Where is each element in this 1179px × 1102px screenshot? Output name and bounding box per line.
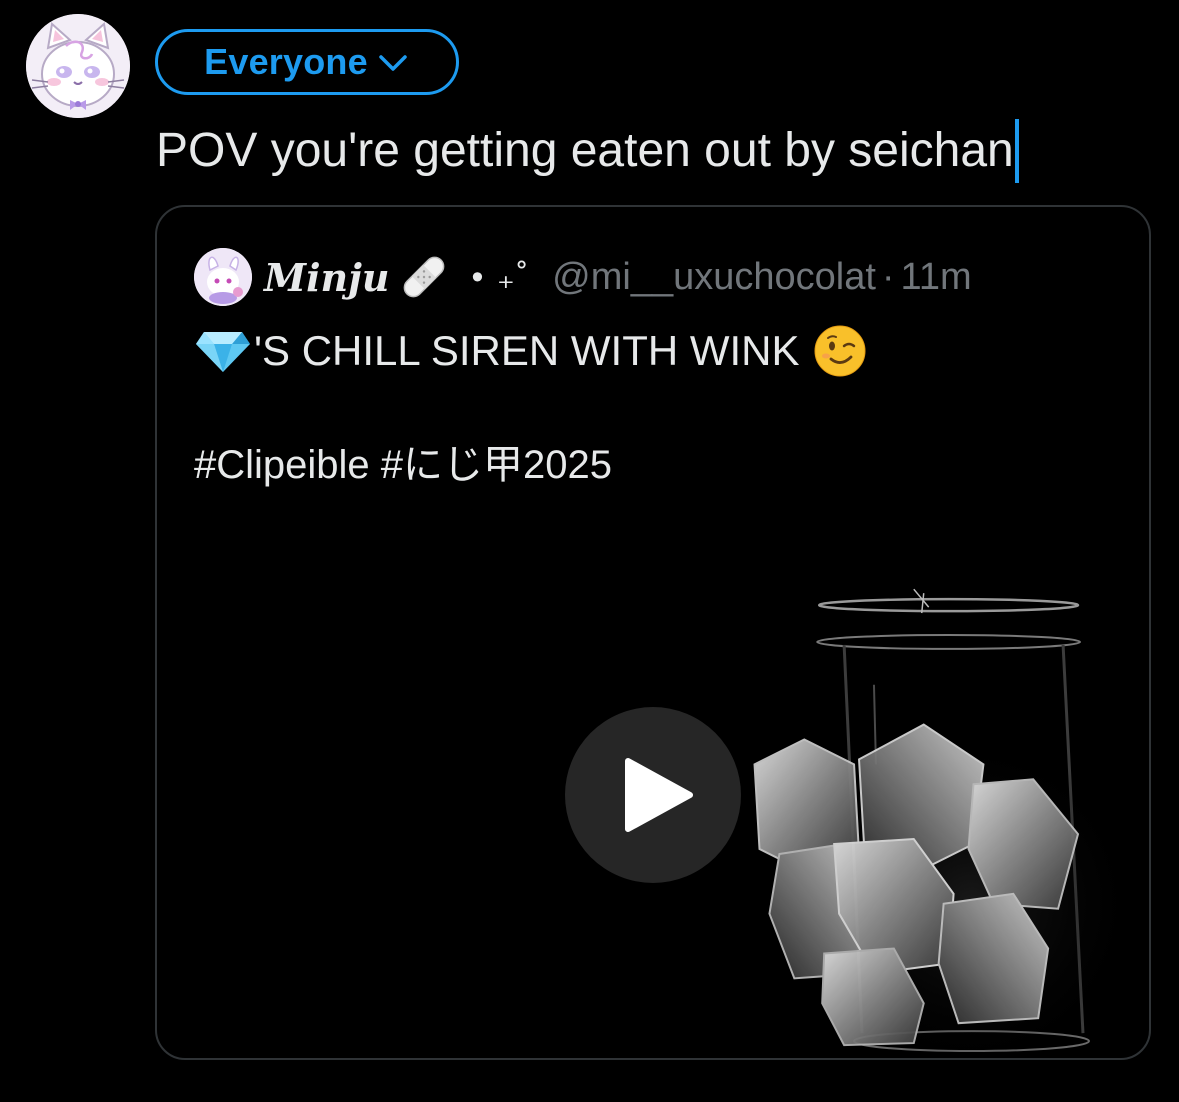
cat-avatar-illustration: [26, 14, 130, 118]
quoted-author-avatar[interactable]: [194, 248, 252, 306]
audience-selector-button[interactable]: Everyone: [155, 29, 459, 95]
quoted-tweet-header: Minju • ₊˚ @mi__uxuchocolat · 11m: [194, 247, 972, 307]
name-decoration: • ₊˚: [471, 258, 531, 296]
quoted-hashtags[interactable]: #Clipeible #にじ甲2025: [194, 437, 612, 493]
play-button[interactable]: [565, 707, 741, 883]
chevron-down-icon: [379, 55, 407, 71]
compose-screen: Everyone POV you're getting eaten out by…: [0, 0, 1179, 1102]
gem-icon: [196, 332, 250, 372]
audience-label: Everyone: [204, 41, 368, 82]
compose-text-content: POV you're getting eaten out by seichan: [156, 124, 1014, 177]
quoted-timestamp[interactable]: 11m: [901, 256, 972, 299]
play-icon: [625, 758, 693, 832]
quoted-text: 'S CHILL SIREN WITH WINK: [254, 327, 800, 374]
text-caret: [1014, 119, 1019, 183]
bandage-icon: [403, 256, 444, 298]
quoted-text-line: 'S CHILL SIREN WITH WINK: [194, 321, 866, 381]
quoted-display-name[interactable]: Minju: [264, 255, 390, 300]
avatar[interactable]: [26, 14, 130, 118]
wink-emoji-icon: [814, 325, 866, 377]
bunny-avatar-illustration: [194, 248, 252, 306]
compose-textarea[interactable]: POV you're getting eaten out by seichan: [156, 118, 1019, 184]
separator-dot: ·: [881, 255, 895, 298]
quoted-tweet-card[interactable]: Minju • ₊˚ @mi__uxuchocolat · 11m 'S CHI…: [155, 205, 1151, 1060]
quoted-handle[interactable]: @mi__uxuchocolat: [552, 256, 876, 299]
